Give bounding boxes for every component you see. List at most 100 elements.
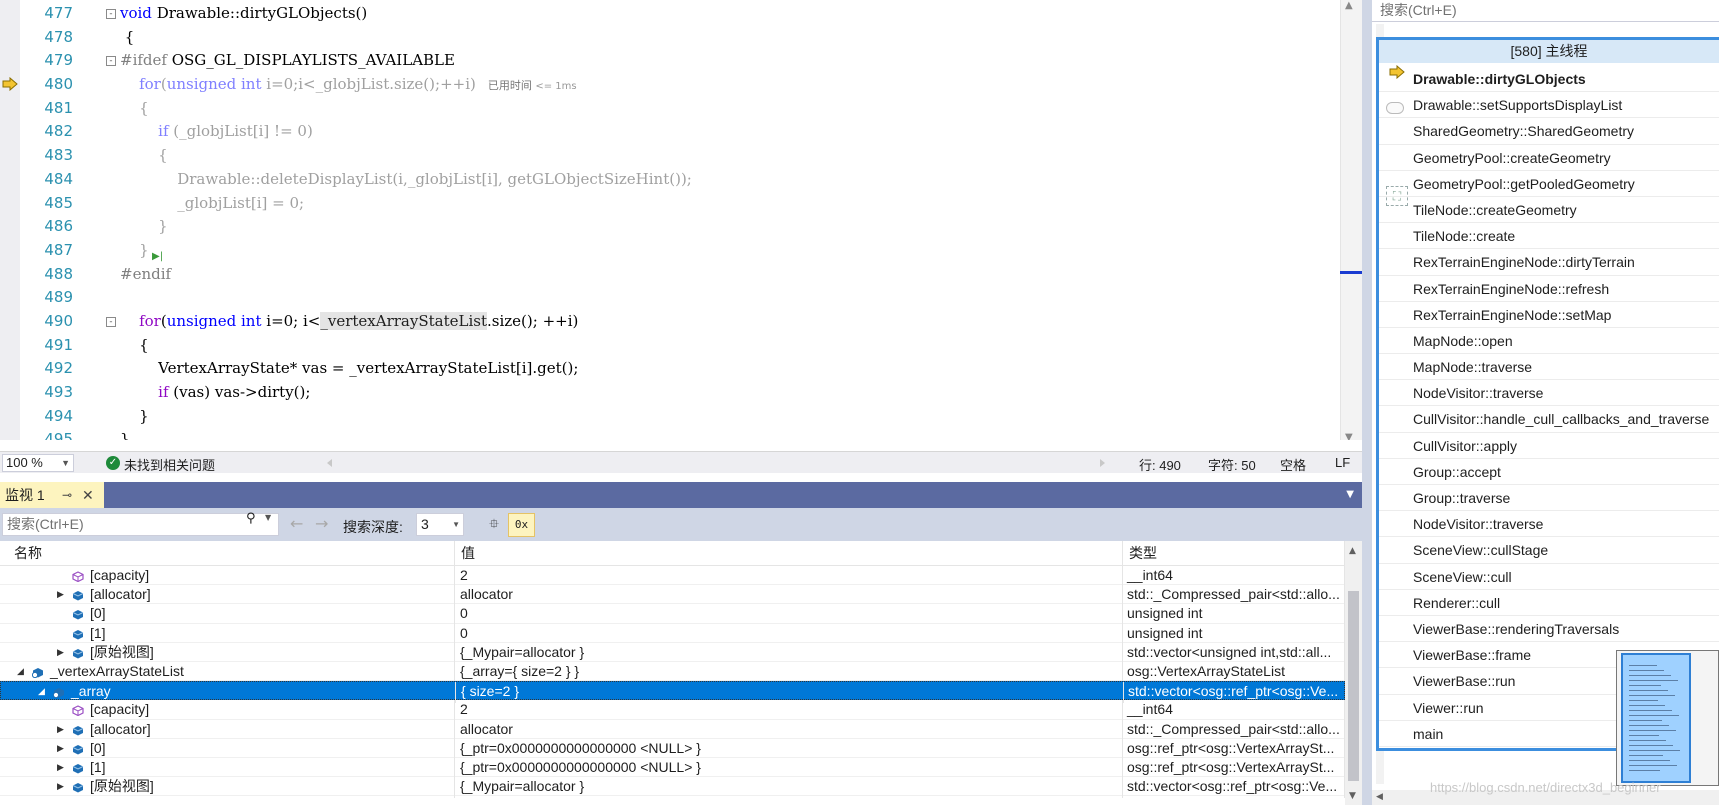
chevron-down-icon[interactable]: ▼: [265, 513, 271, 522]
code-line[interactable]: 487 ▶| }: [20, 239, 1340, 263]
code-line[interactable]: 480 for(unsigned int i=0;i<_globjList.si…: [20, 73, 1340, 97]
fit-view-icon[interactable]: ⛶: [1386, 186, 1408, 206]
expand-arrow-icon[interactable]: ▶: [57, 739, 64, 758]
code-line[interactable]: 488 #endif: [20, 263, 1340, 287]
stack-frame[interactable]: ViewerBase::renderingTraversals: [1379, 616, 1719, 643]
watch-row[interactable]: [1] 0 unsigned int: [0, 623, 1345, 645]
scroll-up-arrow-icon[interactable]: ▲: [1345, 0, 1353, 11]
watch-value-cell[interactable]: 2: [455, 566, 1123, 587]
watch-row[interactable]: [0] 0 unsigned int: [0, 604, 1345, 626]
column-value[interactable]: 值: [455, 541, 1123, 566]
watch-row[interactable]: ▶ [allocator] allocator std::_Compressed_pa…: [0, 719, 1345, 741]
code-line[interactable]: 490 - for(unsigned int i=0; i<_vertexArra…: [20, 310, 1340, 334]
arrow-right-icon[interactable]: →: [315, 514, 328, 533]
stack-frame[interactable]: SceneView::cullStage: [1379, 537, 1719, 564]
perf-tip[interactable]: 已用时间 <= 1ms: [488, 79, 577, 92]
watch-row[interactable]: ▶ [1] {_ptr=0x0000000000000000 <NULL> } osg…: [0, 758, 1345, 779]
minimap[interactable]: [1616, 650, 1719, 786]
stack-frame[interactable]: GeometryPool::getPooledGeometry: [1379, 171, 1719, 197]
watch-row[interactable]: ▶ [0] {_ptr=0x0000000000000000 <NULL> } osg…: [0, 738, 1345, 760]
column-type[interactable]: 类型: [1123, 541, 1345, 566]
scroll-down-arrow-icon[interactable]: ▼: [1349, 791, 1356, 801]
line-ending[interactable]: LF: [1335, 455, 1350, 470]
stack-frame[interactable]: MapNode::open: [1379, 328, 1719, 355]
watch-row[interactable]: [capacity] 2 __int64: [0, 566, 1345, 587]
toggle-icon[interactable]: [1386, 102, 1404, 114]
code-line[interactable]: 494 }: [20, 405, 1340, 429]
stack-frame[interactable]: SharedGeometry::SharedGeometry: [1379, 118, 1719, 145]
watch-value-cell[interactable]: {_Mypair=allocator }: [455, 642, 1123, 664]
expand-arrow-icon[interactable]: ▶: [57, 758, 64, 777]
watch-value-cell[interactable]: {_ptr=0x0000000000000000 <NULL> }: [455, 758, 1123, 779]
scroll-up-arrow-icon[interactable]: ▲: [1349, 546, 1356, 556]
watch-row[interactable]: ▶ [原始视图] {_Mypair=allocator } std::vector<u…: [0, 642, 1345, 664]
thread-stack-frame[interactable]: [580] 主线程 Drawable::dirtyGLObjects Drawab…: [1376, 37, 1719, 751]
collapse-arrow-icon[interactable]: ◢: [17, 662, 24, 681]
breakpoint-gutter[interactable]: [0, 0, 20, 440]
stack-frame[interactable]: TileNode::create: [1379, 223, 1719, 250]
stack-frame[interactable]: Group::accept: [1379, 459, 1719, 485]
pin-icon[interactable]: ⊸: [62, 482, 72, 508]
watch-row[interactable]: ▶ [原始视图] {_Mypair=allocator } std::vector<o…: [0, 777, 1345, 799]
watch-value-cell[interactable]: 0: [455, 623, 1123, 645]
scroll-down-arrow-icon[interactable]: ▼: [1345, 432, 1353, 440]
stack-frame[interactable]: Drawable::setSupportsDisplayList: [1379, 92, 1719, 119]
editor-vertical-scrollbar[interactable]: [1340, 0, 1362, 440]
issues-status[interactable]: 未找到相关问题: [124, 455, 215, 474]
collapse-arrow-icon[interactable]: ◢: [38, 682, 45, 701]
fold-toggle-icon[interactable]: -: [106, 9, 116, 19]
scroll-left-arrow-icon[interactable]: ◀: [1376, 791, 1383, 802]
stack-frame[interactable]: GeometryPool::createGeometry: [1379, 145, 1719, 171]
watch-search-input[interactable]: 搜索(Ctrl+E): [2, 513, 279, 536]
watch-vertical-scrollbar[interactable]: ▲ ▼: [1345, 541, 1362, 805]
window-menu-chevron-icon[interactable]: ▼: [1346, 489, 1354, 500]
hex-display-toggle-icon[interactable]: 0x: [508, 513, 535, 537]
whitespace-mode[interactable]: 空格: [1280, 455, 1306, 474]
watch-value-cell[interactable]: {_array={ size=2 } }: [455, 662, 1123, 683]
zoom-dropdown[interactable]: 100 % ▼: [2, 454, 74, 472]
stack-frame[interactable]: SceneView::cull: [1379, 564, 1719, 590]
cursor-char[interactable]: 字符: 50: [1208, 455, 1256, 474]
code-line[interactable]: 485 _globjList[i] = 0;: [20, 192, 1340, 216]
expand-arrow-icon[interactable]: ▶: [57, 777, 64, 796]
stack-frame[interactable]: TileNode::createGeometry: [1379, 197, 1719, 224]
watch-value-cell[interactable]: {_Mypair=allocator }: [455, 777, 1123, 799]
watch-value-cell[interactable]: 0: [455, 604, 1123, 626]
stack-frame[interactable]: CullVisitor::handle_cull_callbacks_and_t…: [1379, 406, 1719, 433]
code-line[interactable]: 477 - void Drawable::dirtyGLObjects(): [20, 2, 1340, 26]
close-icon[interactable]: ✕: [82, 482, 94, 508]
stack-frame[interactable]: Group::traverse: [1379, 485, 1719, 512]
stack-frame[interactable]: CullVisitor::apply: [1379, 433, 1719, 459]
arrow-left-icon[interactable]: ←: [290, 514, 303, 533]
code-line[interactable]: 479 - #ifdef OSG_GL_DISPLAYLISTS_AVAILABLE: [20, 49, 1340, 73]
code-line[interactable]: 484 Drawable::deleteDisplayList(i,_globj…: [20, 168, 1340, 192]
fold-toggle-icon[interactable]: -: [106, 316, 116, 327]
watch-row[interactable]: [capacity] 2 __int64: [0, 700, 1345, 722]
stack-frame[interactable]: Renderer::cull: [1379, 590, 1719, 616]
fold-toggle-icon[interactable]: -: [106, 56, 116, 67]
expand-arrow-icon[interactable]: ▶: [57, 585, 64, 604]
tab-watch-1[interactable]: 监视 1 ⊸ ✕: [0, 482, 104, 508]
watch-row[interactable]: ▶ [allocator] allocator std::_Compressed_pa…: [0, 585, 1345, 607]
stack-frame[interactable]: Drawable::dirtyGLObjects: [1379, 66, 1719, 93]
code-line[interactable]: 482 if (_globjList[i] != 0): [20, 120, 1340, 144]
minimap-viewport[interactable]: [1621, 653, 1691, 783]
watch-value-cell[interactable]: {_ptr=0x0000000000000000 <NULL> }: [455, 738, 1123, 760]
panel-splitter[interactable]: [1362, 0, 1372, 805]
watch-row[interactable]: ◢ _vertexArrayStateList {_array={ size=2 }…: [0, 662, 1345, 683]
search-depth-select[interactable]: 3 ▼: [416, 513, 464, 536]
expand-arrow-icon[interactable]: ▶: [57, 643, 64, 662]
code-line[interactable]: 483 {: [20, 144, 1340, 168]
watch-value-cell[interactable]: allocator: [455, 719, 1123, 741]
cursor-line[interactable]: 行: 490: [1139, 455, 1181, 474]
watch-value-cell[interactable]: allocator: [455, 585, 1123, 607]
filter-pin-icon[interactable]: ⯐: [483, 514, 505, 535]
code-line[interactable]: 486 }: [20, 215, 1340, 239]
search-icon[interactable]: ⚲: [246, 511, 256, 526]
code-line[interactable]: 492 VertexArrayState* vas = _vertexArray…: [20, 357, 1340, 381]
code-line[interactable]: 481 {: [20, 97, 1340, 121]
code-editor[interactable]: 477- void Drawable::dirtyGLObjects() 478 {…: [0, 0, 1362, 440]
watch-grid[interactable]: 名称 值 类型 [capacity] 2 __int64 ▶ [allocator] al…: [0, 541, 1345, 805]
stack-frame[interactable]: RexTerrainEngineNode::setMap: [1379, 302, 1719, 328]
code-line[interactable]: 489: [20, 286, 1340, 310]
